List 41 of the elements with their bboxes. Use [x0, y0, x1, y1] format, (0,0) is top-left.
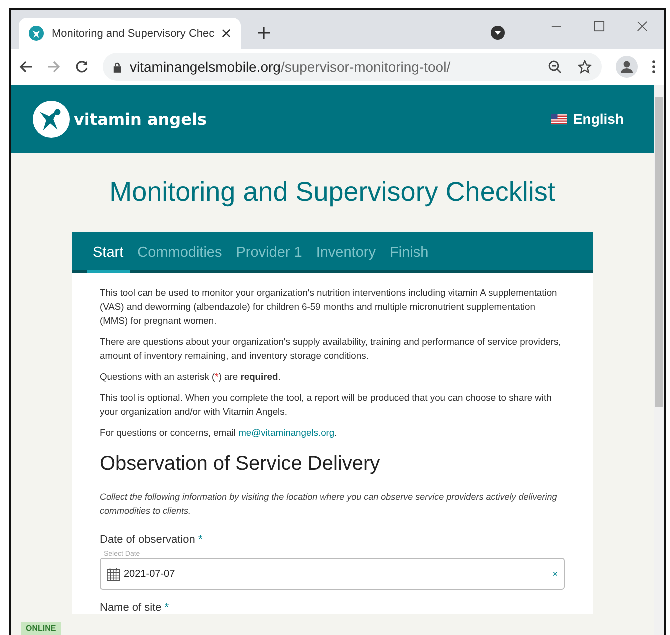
- back-arrow-icon[interactable]: [19, 60, 33, 74]
- maximize-icon[interactable]: [594, 21, 605, 32]
- intro-paragraph: For questions or concerns, email me@vitaminangels.org.: [100, 426, 338, 440]
- step-tab[interactable]: Finish: [384, 245, 435, 273]
- clear-button[interactable]: ×: [552, 569, 558, 579]
- angel-logo-icon: [33, 100, 70, 138]
- step-tab[interactable]: Provider 1: [230, 245, 308, 273]
- intro-paragraph: Questions with an asterisk (*) are required.: [100, 370, 282, 384]
- lock-icon: [113, 62, 122, 72]
- intro-paragraph: This tool is optional. When you complete the tool, a report will be produced that you can choose to share with your organization and/or with Vitamin Angels.: [100, 391, 553, 419]
- status-badge: ONLINE: [21, 622, 62, 635]
- profile-icon[interactable]: [616, 56, 638, 78]
- section-title: Observation of Service Delivery: [100, 453, 382, 476]
- flag-icon: [551, 114, 568, 124]
- section-description: Collect the following information by visiting the location where you can observe service providers actively delivering commodities to clients.: [100, 491, 558, 518]
- calendar-icon: [107, 568, 120, 580]
- logo-text: vitamin angels: [74, 110, 207, 128]
- page-title: Monitoring and Supervisory Checklist: [108, 177, 556, 208]
- field-label: Date of observation *: [100, 534, 204, 546]
- tab-title: Monitoring and Supervisory Chec: [52, 28, 214, 40]
- menu-icon[interactable]: [652, 60, 656, 74]
- reload-icon[interactable]: [75, 60, 89, 74]
- intro-paragraph: This tool can be used to monitor your organization's nutrition interventions including vitamin A supplementation (VAS) and deworming (albendazole) for children 6-59 months and multiple micronutrient supplementation (MMS) for pregnant women.: [100, 286, 558, 328]
- field-label: Name of site *: [100, 602, 170, 614]
- close-icon[interactable]: [637, 21, 648, 32]
- scrollbar[interactable]: [654, 85, 664, 635]
- step-tab[interactable]: Commodities: [132, 245, 228, 273]
- dropdown-icon[interactable]: [491, 26, 505, 40]
- new-tab-icon[interactable]: [258, 27, 270, 39]
- intro-paragraph: There are questions about your organization's supply availability, training and performance of service providers, amount of inventory remaining, and inventory storage conditions.: [100, 335, 562, 363]
- zoom-out-icon[interactable]: [548, 60, 562, 74]
- star-icon[interactable]: [578, 60, 592, 74]
- close-icon[interactable]: [222, 29, 231, 38]
- language-selector[interactable]: English: [551, 111, 624, 127]
- step-tab[interactable]: Start: [87, 245, 130, 273]
- angel-favicon-icon: [29, 26, 44, 41]
- email-link[interactable]: me@vitaminangels.org: [238, 427, 335, 438]
- address-bar[interactable]: vitaminangelsmobile.org/supervisor-monitoring-tool/: [103, 53, 602, 81]
- browser-tab[interactable]: Monitoring and Supervisory Chec: [19, 18, 241, 49]
- step-tab[interactable]: Inventory: [310, 245, 382, 273]
- url-text: vitaminangelsmobile.org/supervisor-monitoring-tool/: [130, 59, 451, 75]
